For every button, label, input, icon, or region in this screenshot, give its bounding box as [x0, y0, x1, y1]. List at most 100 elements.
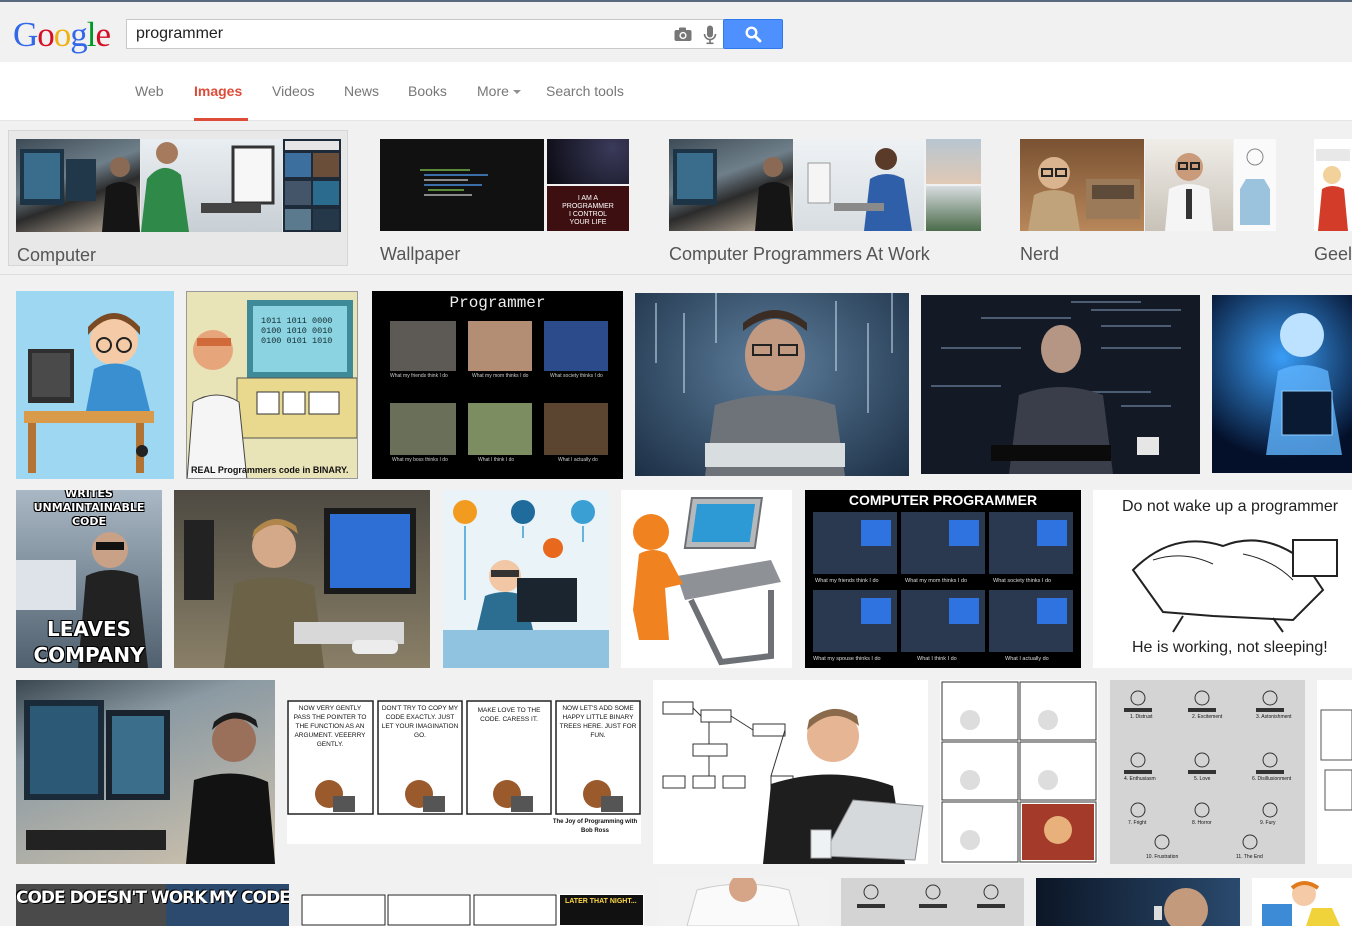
- magnifier-icon: [745, 26, 762, 43]
- image-result[interactable]: [635, 293, 909, 476]
- comic-label: 8. Horror: [1192, 820, 1212, 826]
- related-item-nerd[interactable]: Nerd: [1012, 130, 1282, 266]
- camera-icon[interactable]: [674, 27, 692, 47]
- image-result[interactable]: 1011 1011 0000 0100 1010 0010 0100 0101 …: [186, 291, 358, 479]
- related-item-wallpaper[interactable]: I AM A PROGRAMMER I CONTROL YOUR LIFE Wallp…: [372, 130, 634, 266]
- comic-panel-text: NOW LET'S ADD SOME HAPPY LITTLE BINARY T…: [559, 705, 637, 739]
- tab-search-tools[interactable]: Search tools: [546, 83, 624, 121]
- related-item-geek[interactable]: Geel: [1306, 130, 1352, 266]
- image-result[interactable]: LATER THAT NIGHT...: [301, 894, 644, 926]
- image-result[interactable]: [657, 878, 829, 926]
- image-result[interactable]: 1. Distrust 2. Excitement 3. Astonishmen…: [1110, 680, 1305, 864]
- comic-panel-text: NOW VERY GENTLY PASS THE POINTER TO THE …: [293, 705, 367, 748]
- comic-caption: The Joy of Programming with Bob Ross: [552, 819, 638, 834]
- thumbnail: [1314, 139, 1352, 231]
- image-result[interactable]: [621, 490, 792, 668]
- image-result[interactable]: [1252, 878, 1352, 926]
- image-result[interactable]: WRITES UNMAINTAINABLE CODE LEAVES COMPAN…: [16, 490, 162, 668]
- tab-news[interactable]: News: [344, 83, 379, 121]
- thumbnail: [16, 139, 140, 232]
- thumbnail: I AM A PROGRAMMER I CONTROL YOUR LIFE: [547, 186, 629, 231]
- meme-subtitle: What my mom thinks I do: [472, 373, 529, 379]
- image-result[interactable]: [1317, 680, 1352, 864]
- related-label: Wallpaper: [380, 244, 461, 264]
- comic-label: 11. The End: [1236, 854, 1263, 860]
- thumbnail: [926, 186, 981, 231]
- comic-label: 2. Excitement: [1192, 714, 1223, 720]
- related-label: Computer Programmers At Work: [669, 244, 930, 264]
- image-result[interactable]: [921, 295, 1200, 474]
- meme-subtitle: What my spouse thinks I do: [813, 656, 881, 662]
- related-item-programmers-at-work[interactable]: Computer Programmers At Work: [661, 130, 991, 266]
- thumbnail: [669, 139, 793, 231]
- thumbnail: [283, 139, 341, 232]
- thumbnail: [141, 139, 282, 232]
- comic-panel-text: MAKE LOVE TO THE CODE. CARESS IT.: [477, 707, 541, 723]
- tab-web[interactable]: Web: [135, 83, 164, 121]
- comic-label: 10. Frustration: [1146, 854, 1179, 860]
- google-logo[interactable]: Google: [13, 15, 112, 54]
- tab-images[interactable]: Images: [194, 83, 248, 121]
- microphone-icon[interactable]: [703, 25, 717, 50]
- comic-label: 7. Fright: [1128, 820, 1147, 826]
- search-input[interactable]: [136, 24, 656, 44]
- image-result[interactable]: COMPUTER PROGRAMMER What my friends thin…: [805, 490, 1081, 668]
- search-button[interactable]: [723, 19, 783, 49]
- image-result[interactable]: [16, 291, 174, 479]
- meme-text: CODE DOESN'T WORK: [16, 888, 207, 908]
- image-result[interactable]: Programmer What my friends think I do Wh…: [372, 291, 623, 479]
- image-result[interactable]: [653, 680, 928, 864]
- thumbnail: [1145, 139, 1233, 231]
- comic-panel-text: DON'T TRY TO COPY MY CODE EXACTLY. JUST …: [381, 705, 459, 739]
- related-label: Computer: [17, 245, 97, 265]
- image-result[interactable]: CODE DOESN'T WORK MY CODE W: [16, 884, 289, 926]
- image-result[interactable]: [443, 490, 609, 668]
- meme-subtitle: What my friends think I do: [815, 578, 879, 584]
- meme-bottom-text: LEAVES COMPANY: [33, 617, 145, 667]
- logo-letter: G: [13, 15, 38, 54]
- meme-subtitle: What society thinks I do: [550, 373, 603, 379]
- related-label: Geel: [1314, 244, 1352, 264]
- thumbnail: [1234, 139, 1276, 231]
- related-item-computer[interactable]: Computer: [8, 130, 348, 266]
- tab-videos[interactable]: Videos: [272, 83, 315, 121]
- logo-letter: o: [53, 15, 71, 54]
- image-text: PROGRAMMER: [562, 203, 614, 210]
- image-result[interactable]: [841, 878, 1024, 926]
- comic-label: 6. Disillusionment: [1252, 776, 1292, 782]
- search-tabs: Web Images Videos News Books More Search…: [0, 62, 1352, 121]
- meme-subtitle: What my boss thinks I do: [392, 457, 448, 463]
- comic-label: 9. Fury: [1260, 820, 1276, 826]
- meme-top-text: WRITES UNMAINTAINABLE CODE: [33, 490, 145, 528]
- meme-subtitle: What I think I do: [478, 457, 515, 463]
- chevron-down-icon: [512, 90, 521, 95]
- comic-text: LATER THAT NIGHT...: [565, 898, 637, 905]
- image-text: I AM A: [577, 195, 599, 202]
- image-result[interactable]: [940, 680, 1098, 864]
- image-result[interactable]: [16, 680, 275, 864]
- related-label: Nerd: [1020, 244, 1060, 264]
- search-box: [126, 19, 724, 49]
- top-bar: Google: [0, 0, 1352, 62]
- image-result[interactable]: [174, 490, 430, 668]
- image-result[interactable]: [1212, 295, 1352, 473]
- image-result[interactable]: Do not wake up a programmer He is workin…: [1093, 490, 1352, 668]
- thumbnail: [926, 139, 981, 184]
- meme-subtitle: What I actually do: [1005, 656, 1049, 662]
- tab-more[interactable]: More: [477, 83, 521, 121]
- tab-more-label: More: [477, 83, 509, 99]
- image-result[interactable]: NOW VERY GENTLY PASS THE POINTER TO THE …: [287, 700, 641, 844]
- meme-subtitle: What I actually do: [558, 457, 598, 463]
- thumbnail: [1020, 139, 1144, 231]
- image-result[interactable]: [1036, 878, 1240, 926]
- logo-letter: l: [86, 15, 97, 54]
- meme-subtitle: What my friends think I do: [390, 373, 448, 379]
- image-text: 1011 1011 0000 0100 1010 0010 0100 0101 …: [261, 316, 333, 346]
- image-text: He is working, not sleeping!: [1132, 639, 1328, 656]
- tab-books[interactable]: Books: [408, 83, 447, 121]
- logo-letter: g: [70, 15, 87, 54]
- meme-subtitle: What my mom thinks I do: [905, 578, 968, 584]
- thumbnail: [547, 139, 629, 184]
- logo-letter: o: [37, 15, 54, 54]
- logo-letter: e: [95, 15, 112, 54]
